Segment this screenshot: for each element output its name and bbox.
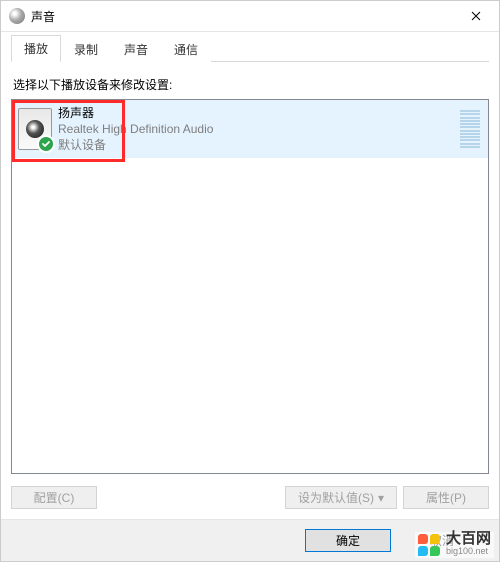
close-icon — [471, 11, 481, 21]
set-default-button[interactable]: 设为默认值(S) ▾ — [285, 486, 397, 509]
watermark-logo-icon — [418, 534, 440, 556]
speaker-icon — [18, 108, 52, 150]
tab-communications[interactable]: 通信 — [161, 36, 211, 62]
watermark-url: big100.net — [446, 545, 491, 557]
watermark-brand: 大百网 — [446, 533, 491, 545]
tab-strip: 播放 录制 声音 通信 — [11, 38, 489, 62]
volume-meter-icon — [460, 108, 480, 150]
properties-button[interactable]: 属性(P) — [403, 486, 489, 509]
device-list-item[interactable]: 扬声器 Realtek High Definition Audio 默认设备 — [12, 100, 488, 158]
dialog-body: 播放 录制 声音 通信 选择以下播放设备来修改设置: 扬声器 Realtek H… — [1, 32, 499, 519]
app-icon — [9, 8, 25, 24]
default-check-icon — [37, 135, 55, 153]
configure-button[interactable]: 配置(C) — [11, 486, 97, 509]
device-listbox[interactable]: 扬声器 Realtek High Definition Audio 默认设备 — [11, 99, 489, 474]
device-driver: Realtek High Definition Audio — [58, 121, 213, 137]
device-buttons: 配置(C) 设为默认值(S) ▾ 属性(P) — [11, 486, 489, 509]
close-button[interactable] — [453, 1, 499, 31]
instruction-label: 选择以下播放设备来修改设置: — [13, 76, 487, 93]
chevron-down-icon: ▾ — [378, 491, 384, 505]
watermark: 大百网 big100.net — [415, 532, 494, 558]
set-default-label: 设为默认值(S) — [298, 489, 374, 506]
device-text: 扬声器 Realtek High Definition Audio 默认设备 — [58, 105, 213, 153]
device-status: 默认设备 — [58, 137, 213, 153]
ok-button[interactable]: 确定 — [305, 529, 391, 552]
tab-recording[interactable]: 录制 — [61, 36, 111, 62]
tab-sounds[interactable]: 声音 — [111, 36, 161, 62]
titlebar: 声音 — [1, 1, 499, 32]
tab-playback[interactable]: 播放 — [11, 35, 61, 62]
window-title: 声音 — [31, 8, 453, 25]
device-name: 扬声器 — [58, 105, 213, 121]
sound-dialog: 声音 播放 录制 声音 通信 选择以下播放设备来修改设置: 扬声器 Realte… — [0, 0, 500, 562]
